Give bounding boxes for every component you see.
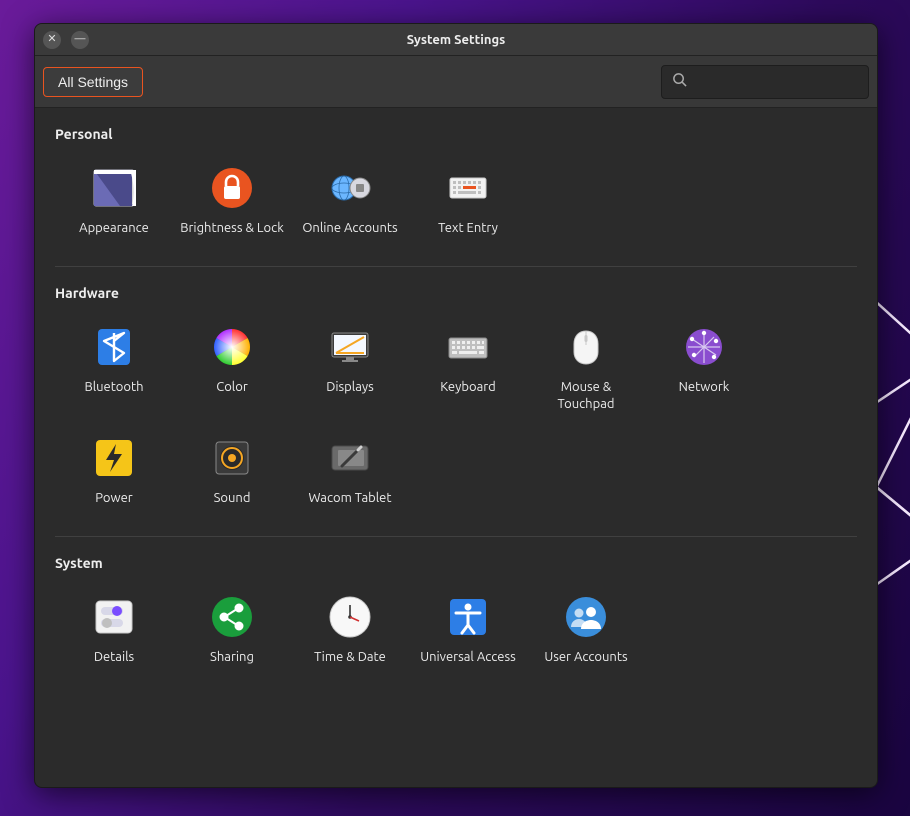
item-label: Time & Date — [314, 649, 386, 665]
appearance-icon — [92, 166, 136, 210]
universal-access-icon — [446, 595, 490, 639]
section-title-hardware: Hardware — [55, 267, 857, 309]
text-entry-icon — [446, 166, 490, 210]
item-label: User Accounts — [544, 649, 627, 665]
item-label: Details — [94, 649, 134, 665]
item-label: Sound — [214, 490, 251, 506]
search-input[interactable] — [695, 74, 871, 89]
item-network[interactable]: Network — [645, 325, 763, 436]
sound-icon — [210, 436, 254, 480]
settings-window: ✕ — System Settings All Settings Persona… — [34, 23, 878, 788]
search-icon — [672, 72, 687, 91]
item-color[interactable]: Color — [173, 325, 291, 436]
item-brightness-lock[interactable]: Brightness & Lock — [173, 166, 291, 260]
minimize-button[interactable]: — — [71, 31, 89, 49]
item-user-accounts[interactable]: User Accounts — [527, 595, 645, 689]
close-icon: ✕ — [47, 34, 56, 45]
system-grid: Details Sharing — [55, 579, 857, 689]
toolbar: All Settings — [35, 56, 877, 108]
item-label: Color — [216, 379, 248, 395]
item-label: Keyboard — [440, 379, 496, 395]
item-keyboard[interactable]: Keyboard — [409, 325, 527, 436]
item-label: Wacom Tablet — [309, 490, 392, 506]
window-title: System Settings — [35, 33, 877, 47]
item-text-entry[interactable]: Text Entry — [409, 166, 527, 260]
keyboard-icon — [446, 325, 490, 369]
wacom-icon — [328, 436, 372, 480]
content-area: Personal Appearance — [35, 108, 877, 787]
item-online-accounts[interactable]: Online Accounts — [291, 166, 409, 260]
item-label: Text Entry — [438, 220, 498, 236]
item-label: Power — [95, 490, 132, 506]
displays-icon — [328, 325, 372, 369]
section-title-personal: Personal — [55, 108, 857, 150]
item-label: Network — [679, 379, 730, 395]
item-label: Brightness & Lock — [180, 220, 284, 236]
item-appearance[interactable]: Appearance — [55, 166, 173, 260]
item-time-date[interactable]: Time & Date — [291, 595, 409, 689]
section-title-system: System — [55, 537, 857, 579]
hardware-grid: Bluetooth — [55, 309, 857, 530]
all-settings-button[interactable]: All Settings — [43, 67, 143, 97]
power-icon — [92, 436, 136, 480]
item-label: Displays — [326, 379, 374, 395]
personal-grid: Appearance Brightness & Lock — [55, 150, 857, 260]
lock-icon — [210, 166, 254, 210]
item-sound[interactable]: Sound — [173, 436, 291, 530]
item-details[interactable]: Details — [55, 595, 173, 689]
item-label: Online Accounts — [302, 220, 397, 236]
clock-icon — [328, 595, 372, 639]
color-wheel-icon — [210, 325, 254, 369]
titlebar: ✕ — System Settings — [35, 24, 877, 56]
details-icon — [92, 595, 136, 639]
item-bluetooth[interactable]: Bluetooth — [55, 325, 173, 436]
item-label: Appearance — [79, 220, 149, 236]
item-label: Bluetooth — [84, 379, 143, 395]
search-box[interactable] — [661, 65, 869, 99]
close-button[interactable]: ✕ — [43, 31, 61, 49]
sharing-icon — [210, 595, 254, 639]
item-power[interactable]: Power — [55, 436, 173, 530]
item-label: Mouse & Touchpad — [531, 379, 641, 412]
item-wacom-tablet[interactable]: Wacom Tablet — [291, 436, 409, 530]
globe-connect-icon — [328, 166, 372, 210]
window-controls: ✕ — — [35, 31, 89, 49]
item-mouse-touchpad[interactable]: Mouse & Touchpad — [527, 325, 645, 436]
user-accounts-icon — [564, 595, 608, 639]
bluetooth-icon — [92, 325, 136, 369]
network-icon — [682, 325, 726, 369]
minimize-icon: — — [75, 34, 86, 45]
item-displays[interactable]: Displays — [291, 325, 409, 436]
item-label: Universal Access — [420, 649, 515, 665]
item-sharing[interactable]: Sharing — [173, 595, 291, 689]
item-label: Sharing — [210, 649, 254, 665]
mouse-icon — [564, 325, 608, 369]
item-universal-access[interactable]: Universal Access — [409, 595, 527, 689]
